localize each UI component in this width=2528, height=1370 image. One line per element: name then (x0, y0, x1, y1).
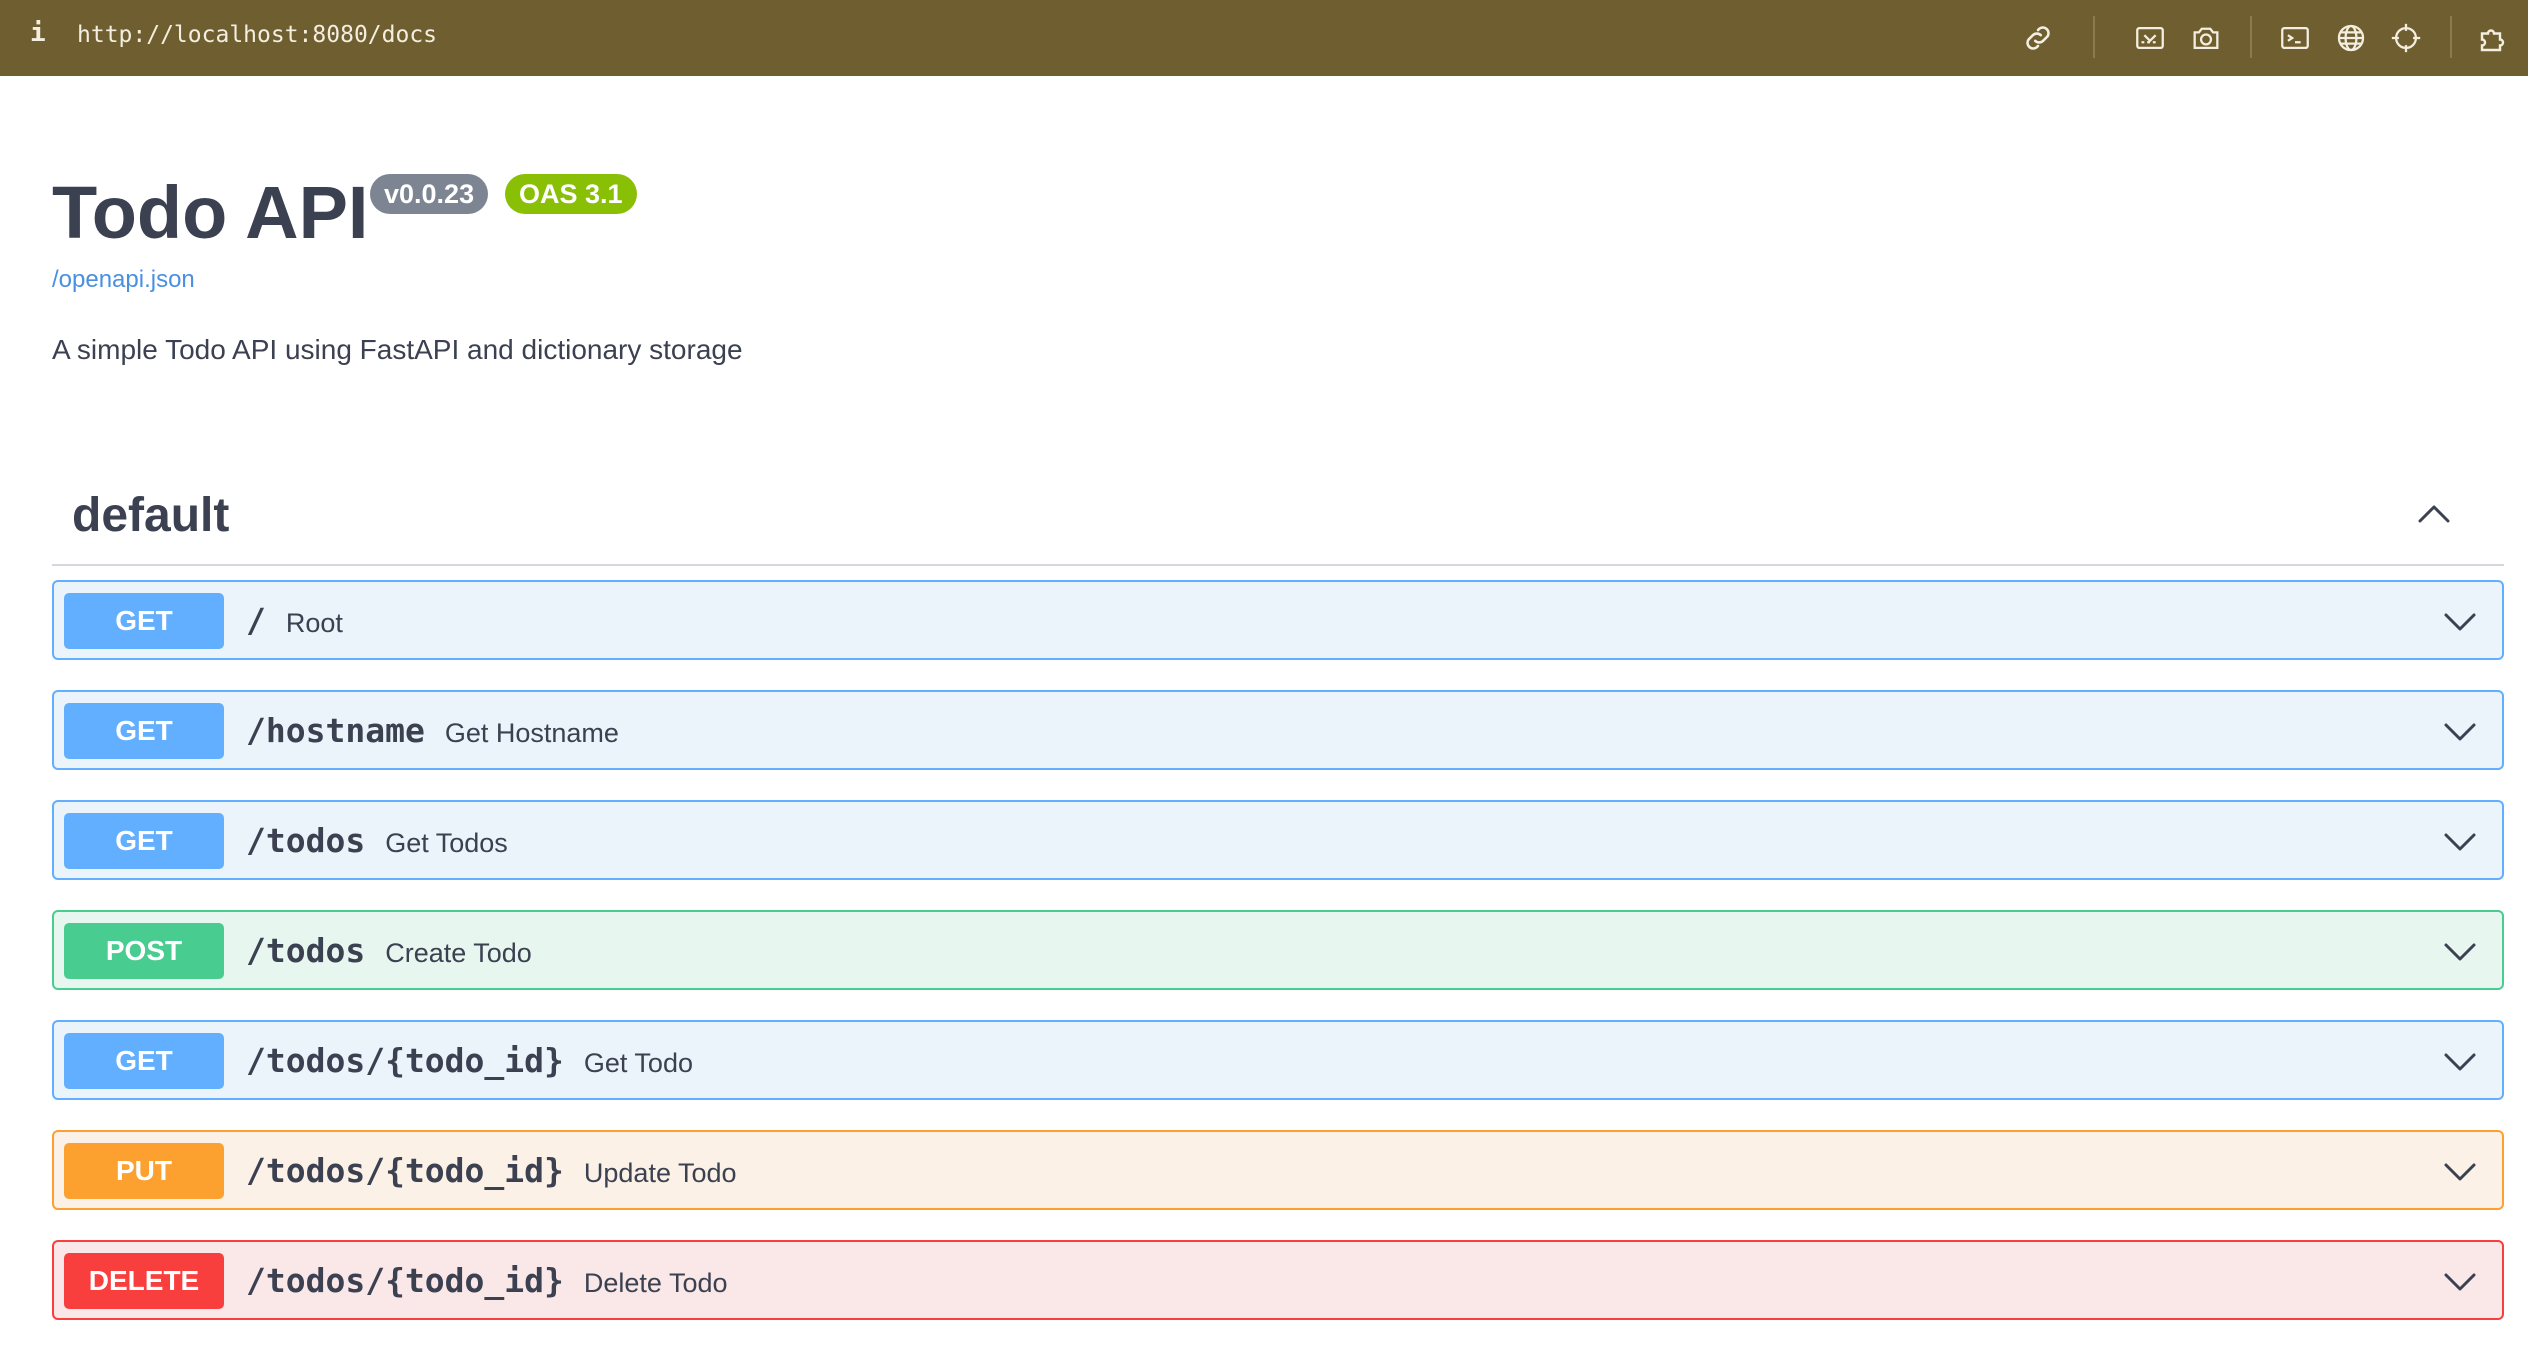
method-badge: POST (64, 923, 224, 979)
operation-delete-todo[interactable]: DELETE /todos/{todo_id} Delete Todo (52, 1240, 2504, 1320)
operation-path: /todos/{todo_id} Get Todo (246, 1042, 693, 1082)
method-badge: PUT (64, 1143, 224, 1199)
toolbar-divider (2250, 16, 2252, 58)
version-badge: v0.0.23 (370, 174, 489, 214)
chevron-down-icon[interactable] (2440, 602, 2480, 642)
operation-path: /todos Create Todo (246, 932, 532, 972)
chevron-down-icon[interactable] (2440, 1042, 2480, 1082)
page-title: Todo API (52, 171, 369, 254)
camera-icon[interactable] (2186, 18, 2226, 58)
operation-summary: Root (285, 608, 343, 638)
operation-summary: Get Todo (583, 1048, 693, 1078)
path-text: /todos (246, 931, 366, 970)
terminal-icon[interactable] (2275, 18, 2315, 58)
operation-path: /todos/{todo_id} Delete Todo (246, 1262, 728, 1302)
operation-path: / Root (246, 602, 343, 642)
path-text: / (246, 601, 266, 640)
puzzle-icon[interactable] (2474, 18, 2514, 58)
crosshair-icon[interactable] (2386, 18, 2426, 58)
operation-post-todos[interactable]: POST /todos Create Todo (52, 910, 2504, 990)
toolbar-divider (2093, 16, 2095, 58)
globe-icon[interactable] (2331, 18, 2371, 58)
openapi-json-link[interactable]: /openapi.json (52, 266, 195, 294)
path-text: /hostname (246, 711, 425, 750)
operation-get-todos[interactable]: GET /todos Get Todos (52, 800, 2504, 880)
chevron-down-icon[interactable] (2440, 1262, 2480, 1302)
path-text: /todos/{todo_id} (246, 1041, 564, 1080)
chevron-down-icon[interactable] (2440, 932, 2480, 972)
method-badge: GET (64, 813, 224, 869)
path-text: /todos/{todo_id} (246, 1151, 564, 1190)
path-text: /todos/{todo_id} (246, 1261, 564, 1300)
info-icon[interactable]: i (30, 18, 46, 48)
url-field[interactable]: http://localhost:8080/docs (77, 22, 437, 48)
screenshot-area-icon[interactable] (2130, 18, 2170, 58)
chevron-down-icon[interactable] (2440, 1152, 2480, 1192)
browser-toolbar: i http://localhost:8080/docs (0, 0, 2528, 76)
operation-summary: Update Todo (583, 1158, 737, 1188)
method-badge: GET (64, 1033, 224, 1089)
chevron-up-icon[interactable] (2414, 494, 2454, 534)
method-badge: DELETE (64, 1253, 224, 1309)
chevron-down-icon[interactable] (2440, 712, 2480, 752)
chevron-down-icon[interactable] (2440, 822, 2480, 862)
tag-section-default[interactable]: default (52, 474, 2504, 566)
operation-get-todo[interactable]: GET /todos/{todo_id} Get Todo (52, 1020, 2504, 1100)
method-badge: GET (64, 593, 224, 649)
api-description: A simple Todo API using FastAPI and dict… (52, 334, 743, 365)
operation-path: /todos Get Todos (246, 822, 508, 862)
method-badge: GET (64, 703, 224, 759)
operation-summary: Delete Todo (583, 1268, 728, 1298)
path-text: /todos (246, 821, 366, 860)
operation-get-root[interactable]: GET / Root (52, 580, 2504, 660)
operation-summary: Create Todo (385, 938, 532, 968)
section-title: default (72, 489, 230, 542)
operation-path: /hostname Get Hostname (246, 712, 619, 752)
operation-get-hostname[interactable]: GET /hostname Get Hostname (52, 690, 2504, 770)
oas-badge: OAS 3.1 (505, 174, 637, 214)
link-icon[interactable] (2018, 18, 2058, 58)
operation-summary: Get Todos (385, 828, 508, 858)
operation-path: /todos/{todo_id} Update Todo (246, 1152, 737, 1192)
toolbar-divider (2450, 16, 2452, 58)
operation-put-todo[interactable]: PUT /todos/{todo_id} Update Todo (52, 1130, 2504, 1210)
operation-summary: Get Hostname (444, 718, 619, 748)
